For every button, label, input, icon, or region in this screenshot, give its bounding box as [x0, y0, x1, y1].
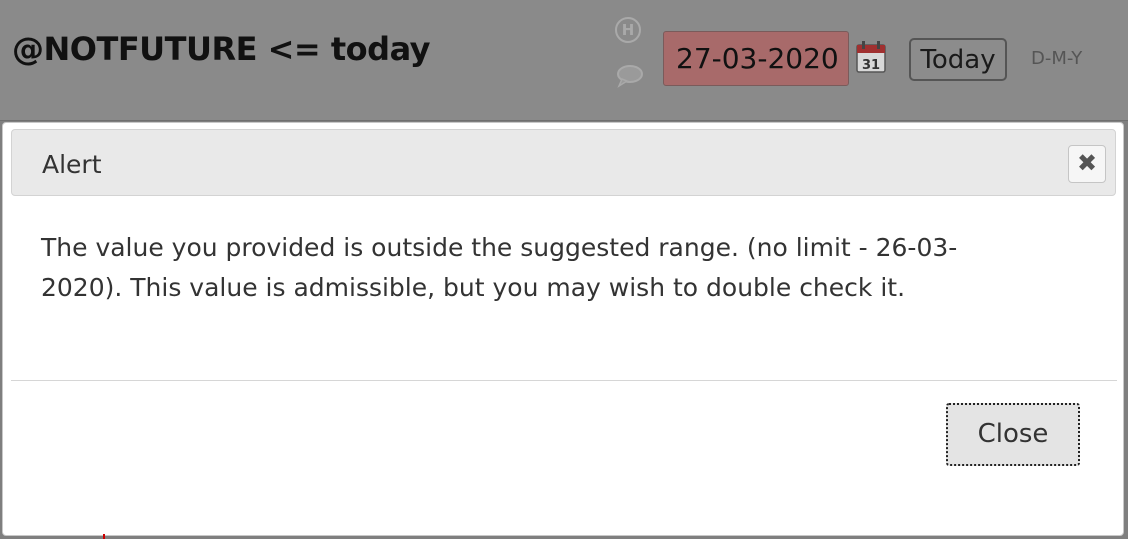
dialog-title: Alert — [42, 150, 102, 179]
dialog-divider — [11, 380, 1117, 381]
close-button[interactable]: Close — [946, 403, 1080, 466]
close-icon[interactable]: ✖ — [1068, 145, 1106, 183]
dialog-titlebar: Alert ✖ — [11, 129, 1116, 196]
dialog-message: The value you provided is outside the su… — [41, 233, 958, 302]
alert-dialog: Alert ✖ The value you provided is outsid… — [2, 122, 1124, 536]
page-marker — [103, 534, 105, 539]
